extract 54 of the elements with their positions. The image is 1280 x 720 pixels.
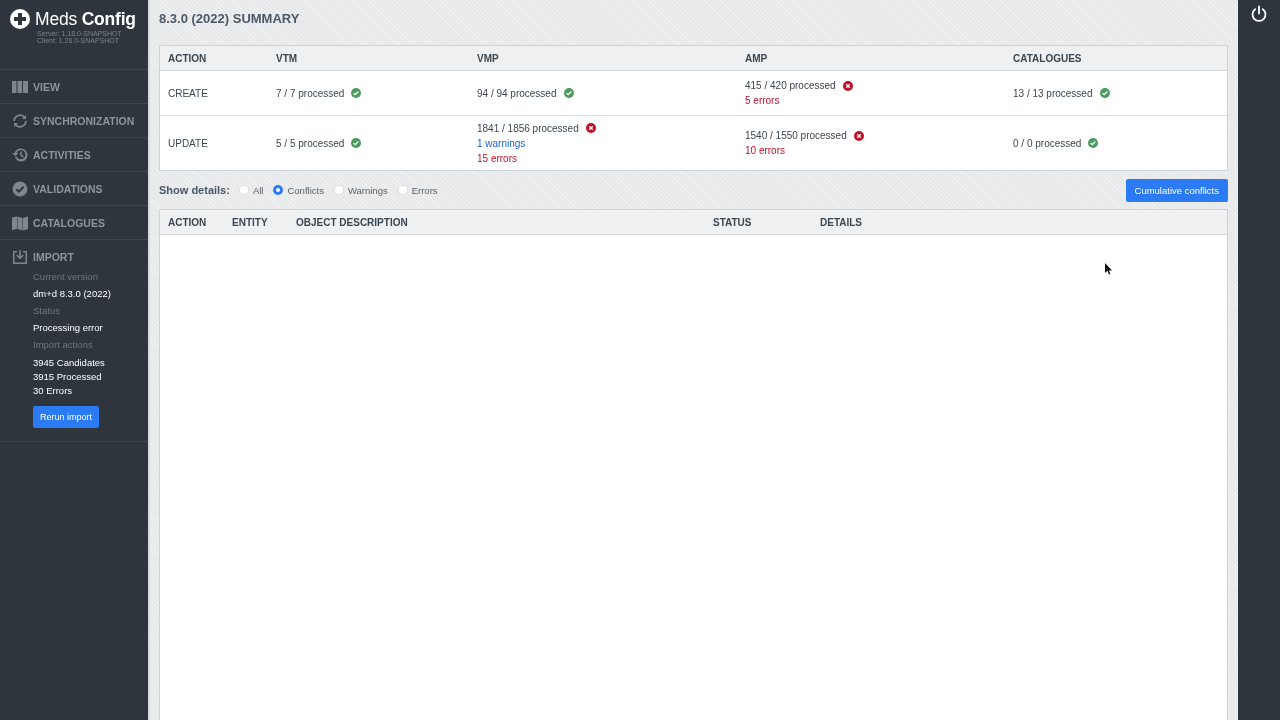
check-circle-icon bbox=[12, 180, 28, 197]
mouse-pointer-icon bbox=[1105, 263, 1113, 275]
table-cell-text: 415 / 420 processed bbox=[745, 79, 836, 93]
errors-text: 10 errors bbox=[745, 144, 785, 158]
column-header: CATALOGUES bbox=[1005, 46, 1227, 71]
table-cell-text: 1841 / 1856 processed bbox=[477, 121, 579, 136]
column-header: ACTION bbox=[160, 210, 224, 235]
column-header: VTM bbox=[268, 46, 469, 71]
radio-option[interactable]: All bbox=[238, 184, 264, 196]
table-cell-text: UPDATE bbox=[168, 136, 208, 151]
column-header: ENTITY bbox=[224, 210, 288, 235]
radio-option[interactable]: Conflicts bbox=[273, 184, 324, 196]
table-cell-text: CREATE bbox=[168, 86, 208, 101]
power-icon[interactable] bbox=[1250, 5, 1268, 23]
column-header: AMP bbox=[737, 46, 1005, 71]
field-value: Processing error bbox=[33, 321, 103, 335]
column-header: STATUS bbox=[705, 210, 812, 235]
columns-icon bbox=[12, 78, 28, 95]
cumulative-conflicts-button[interactable]: Cumulative conflicts bbox=[1125, 178, 1228, 202]
table-cell-text: 1540 / 1550 processed bbox=[745, 129, 847, 143]
book-icon bbox=[12, 214, 28, 231]
rerun-import-button[interactable]: Rerun import bbox=[33, 406, 100, 428]
column-header: OBJECT DESCRIPTION bbox=[288, 210, 705, 235]
field-value: 3915 Processed bbox=[33, 370, 102, 384]
nav-item[interactable]: VALIDATIONS bbox=[0, 172, 148, 206]
field-value: 30 Errors bbox=[33, 384, 73, 398]
table-cell-text: 5 / 5 processed bbox=[276, 136, 345, 151]
field-value: 3945 Candidates bbox=[33, 356, 105, 370]
radio-option[interactable]: Errors bbox=[397, 184, 438, 196]
field-value: dm+d 8.3.0 (2022) bbox=[33, 287, 111, 301]
table-cell-text: 13 / 13 processed bbox=[1013, 86, 1093, 101]
page-title: 8.3.0 (2022) SUMMARY bbox=[159, 11, 300, 28]
filter-label: Show details: bbox=[159, 184, 230, 196]
table-cell-text: 7 / 7 processed bbox=[276, 86, 345, 101]
plus-circle-icon bbox=[10, 9, 30, 29]
column-header: DETAILS bbox=[812, 210, 1227, 235]
radio-option[interactable]: Warnings bbox=[333, 184, 388, 196]
nav-item[interactable]: VIEW bbox=[0, 70, 148, 104]
app-logo-text: Meds Config bbox=[35, 9, 136, 29]
table-cell-text: 94 / 94 processed bbox=[477, 86, 557, 101]
sync-icon bbox=[12, 112, 28, 129]
column-header: ACTION bbox=[160, 46, 268, 71]
download-icon bbox=[12, 249, 28, 265]
history-icon bbox=[12, 146, 28, 163]
nav-item[interactable]: ACTIVITIES bbox=[0, 138, 148, 172]
field-label: Status bbox=[33, 304, 60, 318]
warnings-link[interactable]: 1 warnings bbox=[477, 135, 526, 151]
field-label: Import actions bbox=[33, 338, 93, 352]
table-cell-text: 0 / 0 processed bbox=[1013, 136, 1082, 151]
column-header: VMP bbox=[469, 46, 737, 71]
errors-text: 5 errors bbox=[745, 94, 780, 108]
nav-item[interactable]: CATALOGUES bbox=[0, 206, 148, 240]
errors-text: 15 errors bbox=[477, 151, 517, 166]
nav-item[interactable]: SYNCHRONIZATION bbox=[0, 104, 148, 138]
